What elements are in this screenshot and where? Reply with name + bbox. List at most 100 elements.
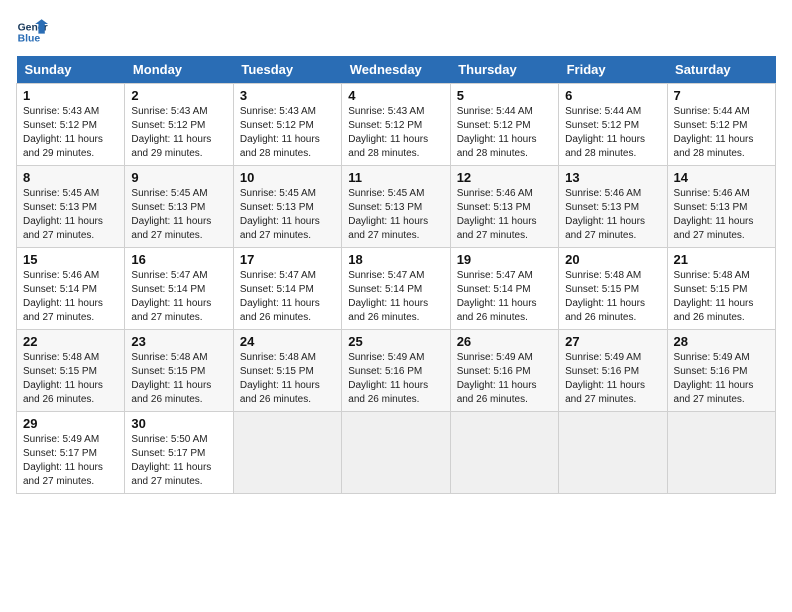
- calendar-cell: 13 Sunrise: 5:46 AMSunset: 5:13 PMDayligh…: [559, 166, 667, 248]
- calendar-cell: 7 Sunrise: 5:44 AMSunset: 5:12 PMDaylight…: [667, 84, 775, 166]
- calendar-cell: 28 Sunrise: 5:49 AMSunset: 5:16 PMDayligh…: [667, 330, 775, 412]
- day-header-thursday: Thursday: [450, 56, 558, 84]
- day-info: Sunrise: 5:43 AMSunset: 5:12 PMDaylight:…: [348, 105, 443, 161]
- calendar-cell: 2Sunrise: 5:43 AMSunset: 5:12 PMDaylight…: [125, 84, 233, 166]
- day-info: Sunrise: 5:48 AMSunset: 5:15 PMDaylight:…: [565, 269, 660, 325]
- day-info: Sunrise: 5:43 AMSunset: 5:12 PMDaylight:…: [240, 105, 335, 161]
- calendar-cell: 8 Sunrise: 5:45 AMSunset: 5:13 PMDaylight…: [17, 166, 125, 248]
- day-number: 6: [565, 88, 660, 103]
- day-number: 30: [131, 416, 226, 431]
- day-info: Sunrise: 5:49 AMSunset: 5:16 PMDaylight:…: [457, 351, 552, 407]
- calendar-cell: 18Sunrise: 5:47 AMSunset: 5:14 PMDayligh…: [342, 248, 450, 330]
- day-number: 20: [565, 252, 660, 267]
- calendar-week-3: 15 Sunrise: 5:46 AMSunset: 5:14 PMDayligh…: [17, 248, 776, 330]
- day-header-monday: Monday: [125, 56, 233, 84]
- calendar-cell: 26 Sunrise: 5:49 AMSunset: 5:16 PMDayligh…: [450, 330, 558, 412]
- calendar-cell: 27Sunrise: 5:49 AMSunset: 5:16 PMDayligh…: [559, 330, 667, 412]
- day-number: 11: [348, 170, 443, 185]
- calendar-cell: 17 Sunrise: 5:47 AMSunset: 5:14 PMDayligh…: [233, 248, 341, 330]
- day-info: Sunrise: 5:43 AMSunset: 5:12 PMDaylight:…: [23, 105, 118, 161]
- day-number: 21: [674, 252, 769, 267]
- day-header-wednesday: Wednesday: [342, 56, 450, 84]
- day-number: 24: [240, 334, 335, 349]
- day-info: Sunrise: 5:46 AMSunset: 5:13 PMDaylight:…: [565, 187, 660, 243]
- calendar-cell: 12 Sunrise: 5:46 AMSunset: 5:13 PMDayligh…: [450, 166, 558, 248]
- day-number: 16: [131, 252, 226, 267]
- day-number: 29: [23, 416, 118, 431]
- day-number: 12: [457, 170, 552, 185]
- day-info: Sunrise: 5:44 AMSunset: 5:12 PMDaylight:…: [674, 105, 769, 161]
- calendar-cell: 30 Sunrise: 5:50 AMSunset: 5:17 PMDayligh…: [125, 412, 233, 494]
- day-info: Sunrise: 5:43 AMSunset: 5:12 PMDaylight:…: [131, 105, 226, 161]
- day-info: Sunrise: 5:46 AMSunset: 5:13 PMDaylight:…: [457, 187, 552, 243]
- day-info: Sunrise: 5:48 AMSunset: 5:15 PMDaylight:…: [23, 351, 118, 407]
- day-number: 9: [131, 170, 226, 185]
- day-number: 26: [457, 334, 552, 349]
- day-info: Sunrise: 5:50 AMSunset: 5:17 PMDaylight:…: [131, 433, 226, 489]
- day-info: Sunrise: 5:48 AMSunset: 5:15 PMDaylight:…: [131, 351, 226, 407]
- calendar-cell: 20 Sunrise: 5:48 AMSunset: 5:15 PMDayligh…: [559, 248, 667, 330]
- day-number: 7: [674, 88, 769, 103]
- day-info: Sunrise: 5:47 AMSunset: 5:14 PMDaylight:…: [131, 269, 226, 325]
- calendar-cell: 11 Sunrise: 5:45 AMSunset: 5:13 PMDayligh…: [342, 166, 450, 248]
- day-number: 3: [240, 88, 335, 103]
- calendar-cell: 29 Sunrise: 5:49 AMSunset: 5:17 PMDayligh…: [17, 412, 125, 494]
- day-info: Sunrise: 5:45 AMSunset: 5:13 PMDaylight:…: [240, 187, 335, 243]
- calendar-cell: 1Sunrise: 5:43 AMSunset: 5:12 PMDaylight…: [17, 84, 125, 166]
- calendar-week-5: 29 Sunrise: 5:49 AMSunset: 5:17 PMDayligh…: [17, 412, 776, 494]
- day-header-tuesday: Tuesday: [233, 56, 341, 84]
- calendar-cell: 21Sunrise: 5:48 AMSunset: 5:15 PMDayligh…: [667, 248, 775, 330]
- calendar-cell: 4 Sunrise: 5:43 AMSunset: 5:12 PMDaylight…: [342, 84, 450, 166]
- day-number: 17: [240, 252, 335, 267]
- day-info: Sunrise: 5:49 AMSunset: 5:16 PMDaylight:…: [674, 351, 769, 407]
- day-header-friday: Friday: [559, 56, 667, 84]
- day-number: 5: [457, 88, 552, 103]
- day-info: Sunrise: 5:45 AMSunset: 5:13 PMDaylight:…: [131, 187, 226, 243]
- calendar-cell: 16 Sunrise: 5:47 AMSunset: 5:14 PMDayligh…: [125, 248, 233, 330]
- calendar-week-4: 22 Sunrise: 5:48 AMSunset: 5:15 PMDayligh…: [17, 330, 776, 412]
- calendar-cell: [450, 412, 558, 494]
- calendar-cell: 6Sunrise: 5:44 AMSunset: 5:12 PMDaylight…: [559, 84, 667, 166]
- day-header-sunday: Sunday: [17, 56, 125, 84]
- calendar-cell: 24 Sunrise: 5:48 AMSunset: 5:15 PMDayligh…: [233, 330, 341, 412]
- calendar-table: SundayMondayTuesdayWednesdayThursdayFrid…: [16, 56, 776, 494]
- calendar-cell: [559, 412, 667, 494]
- day-number: 10: [240, 170, 335, 185]
- day-number: 23: [131, 334, 226, 349]
- day-info: Sunrise: 5:47 AMSunset: 5:14 PMDaylight:…: [240, 269, 335, 325]
- calendar-cell: [667, 412, 775, 494]
- calendar-cell: [342, 412, 450, 494]
- day-info: Sunrise: 5:45 AMSunset: 5:13 PMDaylight:…: [348, 187, 443, 243]
- header-row: SundayMondayTuesdayWednesdayThursdayFrid…: [17, 56, 776, 84]
- day-number: 22: [23, 334, 118, 349]
- day-info: Sunrise: 5:47 AMSunset: 5:14 PMDaylight:…: [348, 269, 443, 325]
- day-number: 25: [348, 334, 443, 349]
- day-number: 15: [23, 252, 118, 267]
- day-info: Sunrise: 5:49 AMSunset: 5:16 PMDaylight:…: [348, 351, 443, 407]
- calendar-week-1: 1Sunrise: 5:43 AMSunset: 5:12 PMDaylight…: [17, 84, 776, 166]
- svg-text:Blue: Blue: [18, 34, 41, 45]
- day-number: 8: [23, 170, 118, 185]
- day-info: Sunrise: 5:44 AMSunset: 5:12 PMDaylight:…: [457, 105, 552, 161]
- day-info: Sunrise: 5:48 AMSunset: 5:15 PMDaylight:…: [240, 351, 335, 407]
- day-info: Sunrise: 5:45 AMSunset: 5:13 PMDaylight:…: [23, 187, 118, 243]
- calendar-cell: 10 Sunrise: 5:45 AMSunset: 5:13 PMDayligh…: [233, 166, 341, 248]
- day-info: Sunrise: 5:49 AMSunset: 5:16 PMDaylight:…: [565, 351, 660, 407]
- calendar-cell: 22 Sunrise: 5:48 AMSunset: 5:15 PMDayligh…: [17, 330, 125, 412]
- header: General Blue: [16, 16, 776, 48]
- day-number: 13: [565, 170, 660, 185]
- calendar-cell: 19Sunrise: 5:47 AMSunset: 5:14 PMDayligh…: [450, 248, 558, 330]
- day-info: Sunrise: 5:47 AMSunset: 5:14 PMDaylight:…: [457, 269, 552, 325]
- day-number: 28: [674, 334, 769, 349]
- day-info: Sunrise: 5:49 AMSunset: 5:17 PMDaylight:…: [23, 433, 118, 489]
- day-info: Sunrise: 5:46 AMSunset: 5:14 PMDaylight:…: [23, 269, 118, 325]
- calendar-cell: 3 Sunrise: 5:43 AMSunset: 5:12 PMDaylight…: [233, 84, 341, 166]
- day-number: 14: [674, 170, 769, 185]
- day-number: 4: [348, 88, 443, 103]
- logo: General Blue: [16, 16, 48, 48]
- calendar-cell: [233, 412, 341, 494]
- day-header-saturday: Saturday: [667, 56, 775, 84]
- calendar-cell: 9 Sunrise: 5:45 AMSunset: 5:13 PMDaylight…: [125, 166, 233, 248]
- calendar-cell: 23 Sunrise: 5:48 AMSunset: 5:15 PMDayligh…: [125, 330, 233, 412]
- calendar-cell: 25 Sunrise: 5:49 AMSunset: 5:16 PMDayligh…: [342, 330, 450, 412]
